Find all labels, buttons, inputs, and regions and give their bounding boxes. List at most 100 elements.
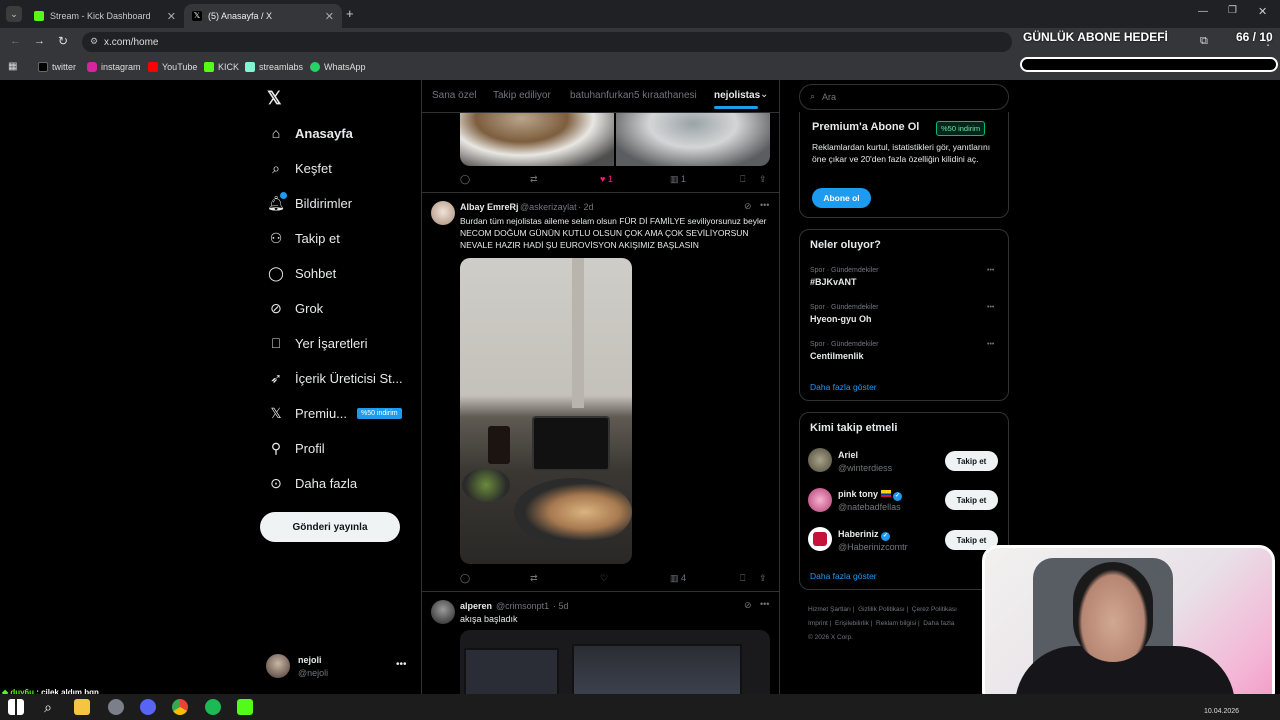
footer-link[interactable]: Erişilebilirlik: [835, 620, 869, 627]
apps-grid-icon[interactable]: ▦: [8, 61, 17, 72]
app-icon[interactable]: [108, 699, 124, 715]
more-icon[interactable]: •••: [760, 200, 769, 210]
share-icon[interactable]: ⇪: [759, 174, 767, 185]
footer-link[interactable]: Hizmet Şartları: [808, 606, 851, 613]
like-icon[interactable]: ♥ 1: [600, 174, 613, 184]
nav-chat[interactable]: ◯ Sohbet: [268, 265, 336, 281]
prev-tweet-image[interactable]: [460, 113, 614, 166]
author-handle: @askerizaylat: [520, 202, 577, 212]
nav-grok[interactable]: ⊘ Grok: [268, 300, 323, 316]
nav-creator-studio[interactable]: ➶ İçerik Üreticisi St...: [268, 370, 403, 386]
bookmark-twitter[interactable]: twitter: [38, 62, 76, 72]
bell-icon: 🔔︎: [267, 192, 287, 211]
search-box[interactable]: ⌕ Ara: [799, 84, 1009, 110]
nav-profile[interactable]: ⚲ Profil: [268, 440, 325, 456]
prev-tweet-image[interactable]: [616, 113, 770, 166]
forward-icon[interactable]: →: [34, 35, 45, 47]
grok-icon[interactable]: ⊘: [744, 201, 752, 212]
chevron-down-icon[interactable]: ⌄: [760, 89, 768, 100]
subscribe-button[interactable]: Abone ol: [812, 188, 871, 208]
trend-item[interactable]: Spor · Gündemdekiler Hyeon-gyu Oh •••: [810, 304, 1000, 332]
bookmark-kick[interactable]: KICK: [204, 62, 239, 72]
retweet-icon[interactable]: ⇄: [530, 573, 538, 584]
share-icon[interactable]: ⇪: [759, 573, 767, 584]
tab-x-home[interactable]: 𝕏 (5) Anasayfa / X ✕: [184, 4, 342, 28]
footer-link[interactable]: Reklam bilgisi: [876, 620, 916, 627]
follow-name[interactable]: Ariel: [838, 450, 858, 460]
discord-icon[interactable]: [140, 699, 156, 715]
tab-list-chevron-icon[interactable]: ⌄: [6, 6, 22, 22]
image-monitor: [464, 648, 559, 694]
show-more-link[interactable]: Daha fazla göster: [810, 382, 877, 392]
tweet-image[interactable]: [460, 258, 632, 564]
follow-button[interactable]: Takip et: [945, 490, 998, 510]
tweet[interactable]: Albay EmreRj @askerizaylat · 2d ⊘ ••• Bu…: [422, 193, 779, 591]
haberiniz-logo-icon: [813, 532, 827, 546]
site-info-icon[interactable]: ⚙: [90, 36, 98, 47]
tab-kick-dashboard[interactable]: Stream - Kick Dashboard ✕: [26, 4, 184, 28]
views-icon[interactable]: ▥ 1: [670, 174, 686, 185]
nav-notifications[interactable]: 🔔︎ Bildirimler: [267, 192, 352, 211]
tab-following[interactable]: Takip ediliyor: [493, 90, 551, 101]
close-tab-icon[interactable]: ✕: [325, 10, 334, 23]
follow-name[interactable]: pink tony ✓: [838, 489, 903, 501]
restore-button[interactable]: ❐: [1228, 5, 1237, 16]
reload-icon[interactable]: ↻: [58, 34, 68, 48]
views-icon[interactable]: ▥ 4: [670, 573, 686, 584]
bookmark-streamlabs[interactable]: streamlabs: [245, 62, 303, 72]
nav-bookmarks[interactable]: ⎕ Yer İşaretleri: [268, 335, 368, 351]
url-field[interactable]: ⚙ x.com/home: [82, 32, 1012, 52]
tweet-image[interactable]: [460, 630, 770, 694]
back-icon[interactable]: ←: [10, 35, 21, 47]
follow-button[interactable]: Takip et: [945, 451, 998, 471]
bookmark-icon[interactable]: ⎕: [740, 573, 745, 584]
account-switcher[interactable]: nejoli @nejoli •••: [266, 652, 416, 682]
more-icon[interactable]: •••: [987, 267, 994, 274]
retweet-icon[interactable]: ⇄: [530, 174, 538, 185]
footer-link[interactable]: Çerez Politikası: [912, 606, 957, 613]
windows-start-icon[interactable]: [8, 699, 24, 715]
footer-link[interactable]: Gizlilik Politikası: [858, 606, 905, 613]
footer-link[interactable]: Daha fazla: [923, 620, 954, 627]
chrome-icon[interactable]: [172, 699, 188, 715]
new-tab-button[interactable]: +: [346, 6, 354, 21]
file-explorer-icon[interactable]: [74, 699, 90, 715]
tab-nejolistas[interactable]: nejolistas: [714, 90, 760, 101]
bookmark-instagram[interactable]: instagram: [87, 62, 141, 72]
nav-premium[interactable]: 𝕏 Premiu... %50 indirim: [268, 405, 402, 421]
search-input[interactable]: Ara: [822, 92, 836, 102]
bookmark-icon[interactable]: ⎕: [740, 174, 745, 185]
show-more-link[interactable]: Daha fazla göster: [810, 571, 877, 581]
more-icon[interactable]: •••: [987, 341, 994, 348]
nav-home[interactable]: ⌂ Anasayfa: [268, 125, 353, 141]
minimize-button[interactable]: —: [1198, 6, 1208, 17]
follow-name[interactable]: Haberiniz ✓: [838, 529, 891, 541]
who-to-follow-title: Kimi takip etmeli: [810, 422, 898, 434]
more-icon[interactable]: •••: [987, 304, 994, 311]
grok-icon[interactable]: ⊘: [744, 600, 752, 611]
post-button[interactable]: Gönderi yayınla: [260, 512, 400, 542]
trend-item[interactable]: Spor · Gündemdekiler Centilmenlik •••: [810, 341, 1000, 369]
tweet[interactable]: alperen @crimsonpt1 · 5d ⊘ ••• akışa baş…: [422, 592, 779, 694]
spotify-icon[interactable]: [205, 699, 221, 715]
bookmark-youtube[interactable]: YouTube: [148, 62, 197, 72]
more-icon[interactable]: •••: [396, 659, 407, 670]
reply-icon[interactable]: ◯: [460, 573, 470, 584]
tab-list-kiraathanesi[interactable]: batuhanfurkan5 kıraathanesi: [570, 90, 697, 101]
close-tab-icon[interactable]: ✕: [167, 10, 176, 23]
x-logo-icon[interactable]: 𝕏: [267, 88, 282, 109]
more-icon[interactable]: •••: [760, 599, 769, 609]
whatsapp-icon: [310, 62, 320, 72]
bookmark-whatsapp[interactable]: WhatsApp: [310, 62, 366, 72]
trend-item[interactable]: Spor · Gündemdekiler #BJKvANT •••: [810, 267, 1000, 295]
reply-icon[interactable]: ◯: [460, 174, 470, 185]
tab-for-you[interactable]: Sana özel: [432, 90, 476, 101]
kick-studio-icon[interactable]: [237, 699, 253, 715]
nav-explore[interactable]: ⌕ Keşfet: [268, 160, 332, 176]
footer-link[interactable]: Imprint: [808, 620, 828, 627]
like-icon[interactable]: ♡: [600, 573, 608, 584]
close-window-button[interactable]: ✕: [1258, 5, 1267, 18]
nav-more[interactable]: ⊙ Daha fazla: [268, 475, 357, 491]
search-icon[interactable]: ⌕: [40, 699, 56, 715]
nav-follow[interactable]: ⚇ Takip et: [268, 230, 340, 246]
